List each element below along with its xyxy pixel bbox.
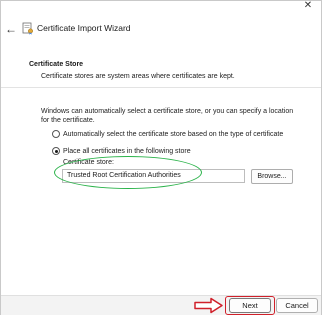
back-arrow-icon[interactable]: ← xyxy=(4,22,18,36)
window-title: Certificate Import Wizard xyxy=(37,23,131,33)
close-icon[interactable]: ✕ xyxy=(299,1,317,13)
description-text: Windows can automatically select a certi… xyxy=(41,108,294,124)
cancel-button[interactable]: Cancel xyxy=(276,298,318,313)
certificate-store-label: Certificate store: xyxy=(63,159,114,166)
header-divider xyxy=(1,87,321,88)
red-arrow-icon xyxy=(194,297,223,314)
radio-place-in-store-label[interactable]: Place all certificates in the following … xyxy=(63,148,191,155)
certificate-store-field[interactable]: Trusted Root Certification Authorities xyxy=(62,169,245,183)
section-header: Certificate Store xyxy=(29,61,84,68)
certificate-wizard-icon xyxy=(22,22,33,35)
radio-auto-select-label[interactable]: Automatically select the certificate sto… xyxy=(63,131,283,138)
wizard-window: ✕ ← Certificate Import Wizard Certificat… xyxy=(0,0,322,315)
footer-bar xyxy=(1,295,321,315)
radio-button-checked[interactable] xyxy=(52,147,60,155)
title-bar: ← Certificate Import Wizard xyxy=(1,19,321,41)
radio-place-in-store[interactable]: Place all certificates in the following … xyxy=(52,145,191,157)
browse-button[interactable]: Browse... xyxy=(251,169,293,184)
next-button[interactable]: Next xyxy=(229,298,271,313)
radio-button-unchecked[interactable] xyxy=(52,130,60,138)
section-subtitle: Certificate stores are system areas wher… xyxy=(41,73,235,80)
radio-auto-select[interactable]: Automatically select the certificate sto… xyxy=(52,128,283,140)
